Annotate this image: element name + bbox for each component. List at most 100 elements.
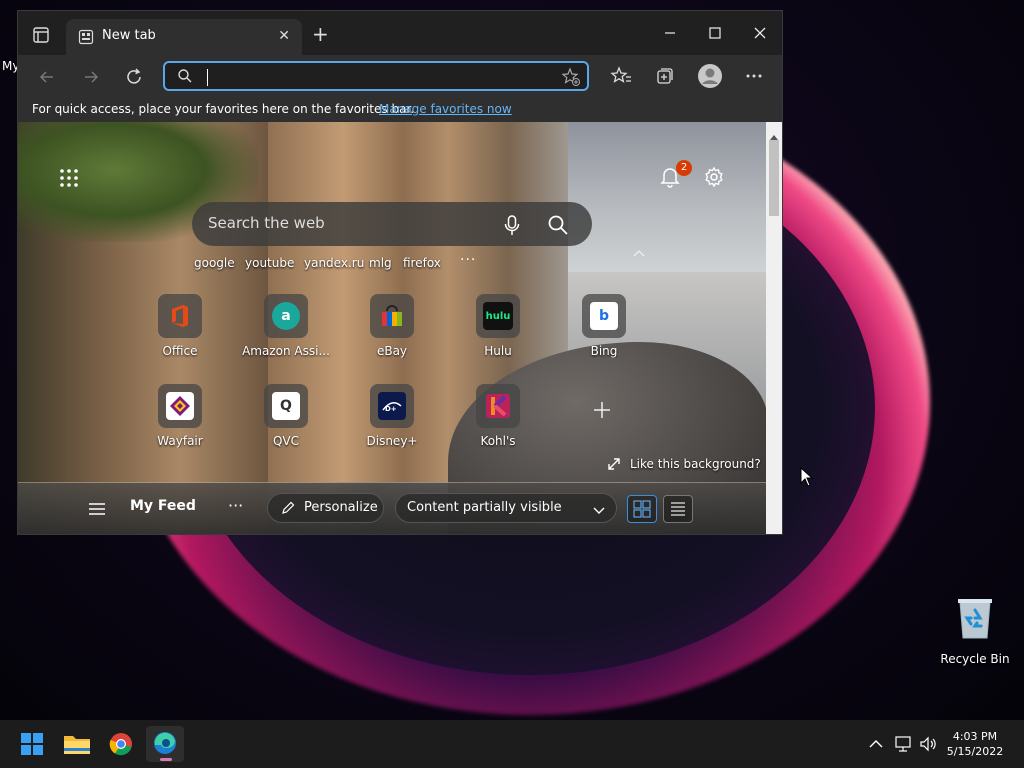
tile-wayfair[interactable]: Wayfair xyxy=(130,384,230,448)
tile-label: Amazon Assi... xyxy=(242,344,330,358)
chevron-down-icon xyxy=(592,502,606,521)
recycle-bin-label: Recycle Bin xyxy=(940,652,1010,666)
scrollbar-thumb[interactable] xyxy=(769,140,779,216)
more-options-icon[interactable] xyxy=(742,64,766,88)
tile-ebay[interactable]: eBay xyxy=(342,294,442,358)
tile-label: Wayfair xyxy=(157,434,203,448)
back-arrow-icon[interactable] xyxy=(35,65,59,89)
edge-browser-window: New tab ✕ + For quick access, place your… xyxy=(17,10,783,535)
tab-actions-icon[interactable] xyxy=(28,22,54,48)
forward-arrow-icon[interactable] xyxy=(79,65,103,89)
favorites-icon[interactable] xyxy=(609,64,633,88)
tile-hulu[interactable]: hulu Hulu xyxy=(448,294,548,358)
tile-kohls-frame xyxy=(476,384,520,428)
tab-close-icon[interactable]: ✕ xyxy=(278,28,290,44)
collections-icon[interactable] xyxy=(653,64,677,88)
favorites-bar: For quick access, place your favorites h… xyxy=(18,97,782,123)
feed-more-button[interactable]: ··· xyxy=(228,496,243,515)
address-input[interactable] xyxy=(205,67,549,89)
tile-label: Kohl's xyxy=(480,434,516,448)
bg-sky xyxy=(538,122,766,272)
tile-qvc[interactable]: Q QVC xyxy=(236,384,336,448)
tile-hulu-frame: hulu xyxy=(476,294,520,338)
tile-label: Disney+ xyxy=(366,434,418,448)
tile-label: QVC xyxy=(272,434,300,448)
add-site-plus-icon[interactable] xyxy=(592,398,612,426)
hulu-icon: hulu xyxy=(483,302,513,330)
settings-gear-icon[interactable] xyxy=(702,165,726,189)
edge-icon[interactable] xyxy=(146,726,184,762)
tile-amazon-assistant[interactable]: a Amazon Assi... xyxy=(236,294,336,358)
quick-link[interactable]: yandex.ru xyxy=(304,256,364,270)
show-hidden-icons-chevron-up-icon[interactable] xyxy=(866,734,886,754)
page-scrollbar[interactable] xyxy=(766,122,782,534)
qvc-icon: Q xyxy=(272,392,300,420)
tile-qvc-frame: Q xyxy=(264,384,308,428)
tile-bing-frame: b xyxy=(582,294,626,338)
personalize-button[interactable]: Personalize xyxy=(267,493,384,523)
new-tab-page: 2 Search the web google youtube yandex.r… xyxy=(18,122,766,534)
web-search-box[interactable]: Search the web xyxy=(192,202,592,246)
tile-label: eBay xyxy=(376,344,408,358)
start-button[interactable] xyxy=(13,726,51,762)
web-search-icon[interactable] xyxy=(546,213,570,237)
quick-link[interactable]: google xyxy=(194,256,235,270)
tile-disney-plus[interactable]: D+ Disney+ xyxy=(342,384,442,448)
tile-office[interactable]: Office xyxy=(130,294,230,358)
network-icon[interactable] xyxy=(894,734,914,754)
grid-layout-icon[interactable] xyxy=(627,495,657,523)
pencil-icon xyxy=(280,500,296,520)
profile-avatar-icon[interactable] xyxy=(697,63,723,89)
tab-new-tab[interactable]: New tab ✕ xyxy=(66,19,302,55)
tab-strip: New tab ✕ + xyxy=(18,11,782,55)
tile-label: Hulu xyxy=(484,344,512,358)
personalize-label: Personalize xyxy=(304,500,378,515)
new-tab-favicon-icon xyxy=(78,29,94,49)
add-favorite-star-icon[interactable] xyxy=(561,67,581,91)
tile-label: Bing xyxy=(590,344,618,358)
my-feed-tab[interactable]: My Feed xyxy=(130,498,196,514)
quick-link[interactable]: mlg xyxy=(369,256,392,270)
app-launcher-icon[interactable] xyxy=(58,167,80,189)
tile-amazon-frame: a xyxy=(264,294,308,338)
wayfair-icon xyxy=(166,392,194,420)
quick-link[interactable]: youtube xyxy=(245,256,294,270)
content-visibility-dropdown[interactable]: Content partially visible xyxy=(395,493,617,523)
system-clock[interactable]: 4:03 PM 5/15/2022 xyxy=(940,729,1010,759)
minimize-icon[interactable] xyxy=(658,23,682,43)
recycle-bin-icon xyxy=(957,596,993,640)
hamburger-menu-icon[interactable] xyxy=(88,501,106,515)
taskbar: 4:03 PM 5/15/2022 xyxy=(0,720,1024,768)
maximize-icon[interactable] xyxy=(703,23,727,43)
like-background-text: Like this background? xyxy=(630,457,761,471)
file-explorer-icon[interactable] xyxy=(58,726,96,762)
clock-date: 5/15/2022 xyxy=(946,745,1004,758)
ebay-icon xyxy=(378,302,406,330)
tile-disney-frame: D+ xyxy=(370,384,414,428)
amazon-assistant-icon: a xyxy=(272,302,300,330)
tile-kohls[interactable]: Kohl's xyxy=(448,384,548,448)
microphone-icon[interactable] xyxy=(502,214,522,236)
clock-time: 4:03 PM xyxy=(952,730,998,743)
refresh-icon[interactable] xyxy=(122,65,146,89)
chrome-icon[interactable] xyxy=(102,726,140,762)
list-layout-icon[interactable] xyxy=(663,495,693,523)
new-tab-button[interactable]: + xyxy=(312,24,329,44)
close-window-icon[interactable] xyxy=(748,23,772,43)
quick-links-more-button[interactable]: ··· xyxy=(460,252,476,268)
tile-wayfair-frame xyxy=(158,384,202,428)
quick-link[interactable]: firefox xyxy=(403,256,441,270)
feed-bar: My Feed ··· Personalize Content partiall… xyxy=(18,483,766,534)
recycle-bin[interactable]: Recycle Bin xyxy=(940,596,1010,666)
bing-icon: b xyxy=(590,302,618,330)
scroll-down-icon[interactable] xyxy=(770,526,778,534)
tab-title: New tab xyxy=(102,28,156,43)
mouse-pointer-icon xyxy=(800,466,814,491)
tile-label: Office xyxy=(162,344,198,358)
collapse-chevron-up-icon[interactable] xyxy=(632,246,646,262)
manage-favorites-link[interactable]: Manage favorites now xyxy=(379,102,512,116)
tile-bing[interactable]: b Bing xyxy=(554,294,654,358)
volume-icon[interactable] xyxy=(918,734,938,754)
address-bar[interactable] xyxy=(163,61,589,91)
notification-badge: 2 xyxy=(676,160,692,176)
